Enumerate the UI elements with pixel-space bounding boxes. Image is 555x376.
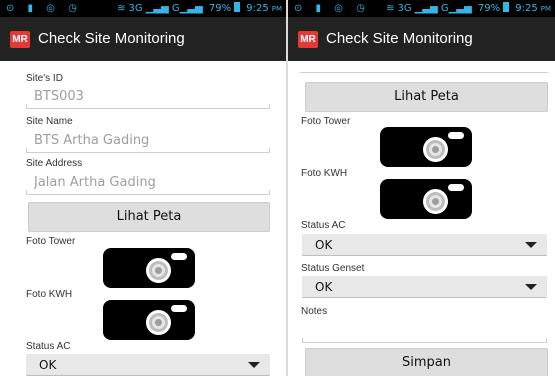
- view-map-button[interactable]: Lihat Peta: [305, 82, 548, 112]
- site-address-field[interactable]: [26, 173, 270, 195]
- status-genset-dropdown[interactable]: OK: [302, 276, 547, 298]
- site-id-field[interactable]: [26, 87, 270, 109]
- right-screen: ⊙ ▮ ◎ ◷ ≋ 3G ▁▃▅ G▁▃▅ 79% 9:25 PM MR Check …: [288, 0, 555, 376]
- battery-level: 79%: [477, 3, 501, 14]
- clock: 9:25: [246, 3, 269, 14]
- clock-ampm: PM: [540, 5, 551, 13]
- photo-kwh-label: Foto KWH: [301, 168, 348, 179]
- save-button[interactable]: Simpan: [305, 348, 548, 376]
- photo-tower-label: Foto Tower: [301, 116, 351, 127]
- notes-input[interactable]: [310, 321, 545, 336]
- status-ac-dropdown[interactable]: OK: [26, 354, 270, 376]
- photo-kwh-label: Foto KWH: [26, 289, 73, 300]
- status-genset-value: OK: [315, 280, 333, 294]
- notes-field[interactable]: [302, 319, 547, 343]
- battery-icon: [234, 2, 241, 12]
- left-screen: ⊙ ▮ ◎ ◷ ≋ 3G ▁▃▅ G▁▃▅ 79% 9:25 PM MR Check …: [0, 0, 286, 376]
- status-bar: ⊙ ▮ ◎ ◷ ≋ 3G ▁▃▅ G▁▃▅ 79% 9:25 PM: [0, 0, 286, 17]
- app-logo-icon: MR: [10, 31, 30, 48]
- camera-icon[interactable]: [103, 300, 195, 340]
- status-ac-value: OK: [39, 358, 57, 372]
- camera-icon[interactable]: [103, 248, 195, 288]
- action-bar: MR Check Site Monitoring: [0, 17, 286, 61]
- status-right: ≋ 3G ▁▃▅ G▁▃▅ 79% 9:25 PM: [383, 0, 551, 17]
- site-address-input[interactable]: [34, 175, 268, 190]
- camera-icon[interactable]: [380, 179, 472, 219]
- notification-icons: ⊙ ▮ ◎ ◷: [6, 3, 82, 14]
- app-title: Check Site Monitoring: [38, 30, 185, 47]
- network-type: 3G: [128, 3, 143, 14]
- chevron-down-icon: [525, 284, 537, 290]
- wifi-icon: ≋: [386, 3, 395, 14]
- status-right: ≋ 3G ▁▃▅ G▁▃▅ 79% 9:25 PM: [114, 0, 282, 17]
- chevron-down-icon: [248, 362, 260, 368]
- scrolled-field-edge: [300, 61, 548, 73]
- status-ac-label: Status AC: [26, 341, 71, 352]
- wifi-icon: ≋: [117, 3, 126, 14]
- photo-tower-label: Foto Tower: [26, 236, 76, 247]
- battery-level: 79%: [208, 3, 232, 14]
- site-address-label: Site Address: [26, 158, 83, 169]
- site-name-input[interactable]: [34, 133, 268, 148]
- site-name-label: Site Name: [26, 116, 73, 127]
- network-type: 3G: [397, 3, 412, 14]
- status-genset-label: Status Genset: [301, 263, 365, 274]
- action-bar: MR Check Site Monitoring: [288, 17, 555, 61]
- signal-icon: ▁▃▅ G▁▃▅: [145, 3, 203, 14]
- status-ac-value: OK: [315, 238, 333, 252]
- site-id-input[interactable]: [34, 89, 268, 104]
- view-map-button[interactable]: Lihat Peta: [28, 202, 270, 232]
- notification-icons: ⊙ ▮ ◎ ◷: [294, 3, 370, 14]
- app-title: Check Site Monitoring: [326, 30, 473, 47]
- clock: 9:25: [515, 3, 538, 14]
- status-bar: ⊙ ▮ ◎ ◷ ≋ 3G ▁▃▅ G▁▃▅ 79% 9:25 PM: [288, 0, 555, 17]
- site-name-field[interactable]: [26, 131, 270, 153]
- site-id-label: Site's ID: [26, 73, 63, 84]
- camera-icon[interactable]: [380, 127, 472, 167]
- app-logo-icon: MR: [298, 31, 318, 48]
- notes-label: Notes: [301, 306, 328, 317]
- signal-icon: ▁▃▅ G▁▃▅: [414, 3, 472, 14]
- status-ac-label: Status AC: [301, 220, 346, 231]
- clock-ampm: PM: [271, 5, 282, 13]
- battery-icon: [503, 2, 510, 12]
- chevron-down-icon: [525, 242, 537, 248]
- status-ac-dropdown[interactable]: OK: [302, 234, 547, 256]
